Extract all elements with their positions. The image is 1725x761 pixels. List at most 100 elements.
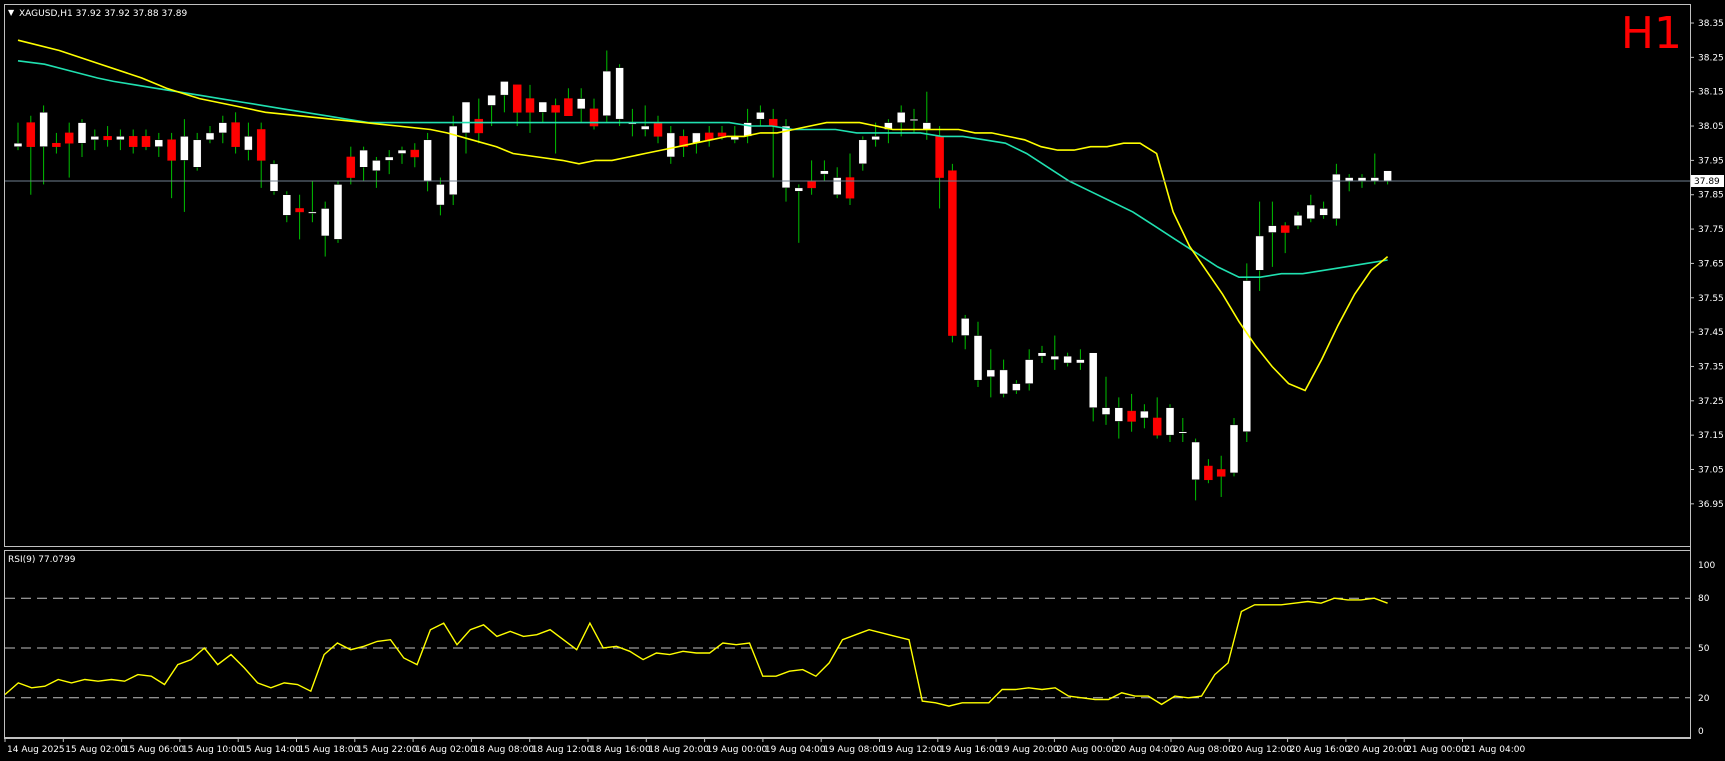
- price-tick-label: 38.35: [1698, 19, 1724, 29]
- bull-candle: [487, 94, 496, 106]
- bull-candle: [640, 125, 650, 130]
- bull-candle: [1242, 280, 1252, 432]
- bull-candle: [871, 136, 880, 141]
- time-tick-label: 18 Aug 20:00: [648, 745, 709, 755]
- rsi-series: [4, 597, 1388, 707]
- price-tick-label: 37.35: [1698, 362, 1724, 372]
- price-tick-label: 38.25: [1698, 53, 1724, 63]
- rsi-tick-label: 80: [1698, 594, 1710, 604]
- bear-candle: [26, 122, 36, 147]
- chart-menu-triangle-icon[interactable]: ▼: [8, 8, 15, 17]
- bull-candle: [1383, 170, 1392, 182]
- bear-candle: [564, 98, 573, 116]
- time-tick-label: 16 Aug 02:00: [415, 745, 476, 755]
- bull-candle: [1357, 177, 1367, 182]
- bull-candle: [538, 101, 548, 113]
- price-tick-label: 37.85: [1698, 191, 1724, 201]
- rsi-tick-label: 20: [1698, 694, 1710, 704]
- bear-candle: [1280, 225, 1290, 233]
- bull-candle: [832, 177, 842, 195]
- rsi-line: [4, 597, 1388, 707]
- time-tick-label: 19 Aug 00:00: [707, 745, 768, 755]
- bull-candle: [320, 208, 330, 237]
- rsi-tick-label: 0: [1698, 727, 1704, 737]
- bear-candle: [589, 108, 599, 127]
- ma-fast-line: [17, 39, 1389, 392]
- time-tick-label: 21 Aug 00:00: [1406, 745, 1467, 755]
- bear-candle: [64, 132, 74, 144]
- price-tick-label: 37.75: [1698, 225, 1724, 235]
- candle-bodies: [13, 67, 1392, 481]
- bull-candle: [244, 136, 253, 151]
- bull-candle: [960, 318, 970, 336]
- timeframe-badge: H1: [1621, 8, 1682, 59]
- current-price-label: 37.89: [1694, 177, 1720, 187]
- bear-candle: [512, 84, 522, 113]
- bull-candle: [500, 81, 509, 96]
- moving-averages: [17, 39, 1389, 392]
- bull-candle: [372, 160, 381, 171]
- bear-candle: [935, 136, 944, 178]
- bear-candle: [1204, 465, 1213, 481]
- bull-candle: [269, 163, 279, 192]
- bull-candle: [922, 122, 932, 130]
- bull-candle: [1012, 383, 1021, 391]
- bull-candle: [1255, 235, 1264, 271]
- rsi-tick-label: 50: [1698, 644, 1710, 654]
- bull-candle: [192, 139, 202, 168]
- bull-candle: [1306, 204, 1316, 220]
- price-tick-label: 37.05: [1698, 465, 1724, 475]
- bear-candle: [474, 118, 484, 134]
- bull-candle: [90, 136, 100, 141]
- time-tick-label: 18 Aug 16:00: [590, 745, 651, 755]
- bull-candle: [781, 125, 791, 189]
- bull-candle: [1370, 177, 1380, 182]
- bull-candle: [756, 112, 765, 120]
- bear-candle: [525, 98, 535, 113]
- time-tick-label: 14 Aug 2025: [7, 745, 65, 755]
- bull-candle: [1140, 410, 1149, 419]
- bull-candle: [1229, 424, 1239, 474]
- bull-candle: [218, 122, 228, 134]
- bull-candle: [1114, 407, 1124, 422]
- time-tick-label: 15 Aug 18:00: [299, 745, 360, 755]
- bear-candle: [52, 142, 61, 147]
- time-tick-label: 15 Aug 02:00: [65, 745, 126, 755]
- bull-candle: [13, 142, 23, 147]
- bear-candle: [948, 170, 957, 336]
- rsi-tick-label: 100: [1698, 561, 1715, 571]
- bull-candle: [1050, 355, 1060, 360]
- bull-candle: [576, 98, 586, 110]
- main-pane-frame: [4, 4, 1691, 547]
- price-tick-label: 37.25: [1698, 397, 1724, 407]
- bull-candle: [973, 335, 983, 381]
- price-tick-label: 37.15: [1698, 431, 1724, 441]
- bull-candle: [1063, 355, 1072, 364]
- bull-candle: [116, 136, 125, 141]
- bear-candle: [1127, 410, 1136, 422]
- price-tick-label: 37.45: [1698, 328, 1724, 338]
- bull-candle: [896, 112, 906, 123]
- bull-candle: [359, 149, 368, 168]
- price-tick-label: 38.05: [1698, 122, 1724, 132]
- time-tick-label: 20 Aug 20:00: [1348, 745, 1409, 755]
- time-tick-label: 21 Aug 04:00: [1465, 745, 1526, 755]
- price-tick-label: 37.65: [1698, 259, 1724, 269]
- bear-candle: [231, 122, 240, 147]
- bull-candle: [448, 125, 458, 195]
- bear-candle: [103, 136, 112, 141]
- time-tick-label: 19 Aug 04:00: [765, 745, 826, 755]
- bull-candle: [308, 211, 317, 214]
- time-tick-label: 19 Aug 16:00: [940, 745, 1001, 755]
- bull-candle: [461, 101, 471, 134]
- time-tick-label: 20 Aug 12:00: [1231, 745, 1292, 755]
- time-tick-label: 15 Aug 22:00: [357, 745, 418, 755]
- price-tick-label: 36.95: [1698, 500, 1724, 510]
- chart-canvas[interactable]: ▼ XAGUSD,H1 37.92 37.92 37.88 37.89 H1 R…: [0, 0, 1725, 757]
- time-tick-label: 15 Aug 10:00: [182, 745, 243, 755]
- bull-candle: [397, 149, 407, 154]
- bull-candle: [333, 184, 343, 240]
- bull-candle: [205, 132, 215, 141]
- bear-candle: [346, 156, 356, 178]
- bull-candle: [1024, 359, 1034, 384]
